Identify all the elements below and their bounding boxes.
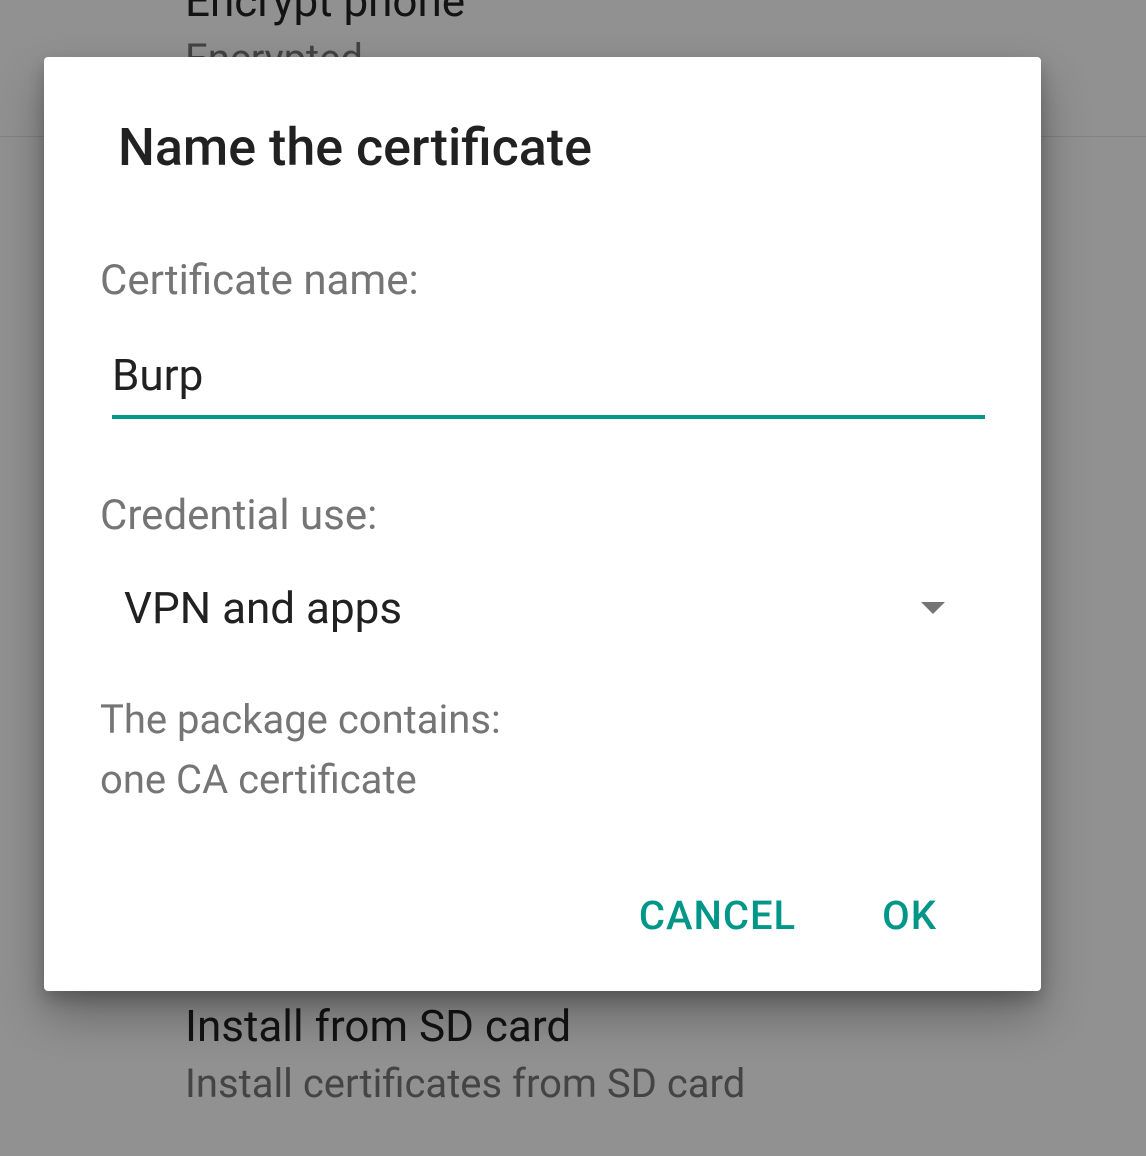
credential-use-dropdown[interactable]: VPN and apps [100,578,985,634]
name-certificate-dialog: Name the certificate Certificate name: C… [44,57,1041,991]
package-contents-info: The package contains: one CA certificate [100,690,985,810]
ok-button[interactable]: OK [874,880,945,951]
certificate-name-field-wrap [100,343,985,419]
cancel-button[interactable]: CANCEL [631,880,804,951]
chevron-down-icon [921,602,945,614]
package-info-line: The package contains: [100,690,985,750]
package-info-line: one CA certificate [100,750,985,810]
dialog-title: Name the certificate [100,117,985,178]
credential-use-label: Credential use: [100,491,985,540]
certificate-name-label: Certificate name: [100,256,985,305]
dialog-actions: CANCEL OK [100,880,985,961]
credential-use-value: VPN and apps [124,582,402,634]
certificate-name-input[interactable] [112,343,985,419]
